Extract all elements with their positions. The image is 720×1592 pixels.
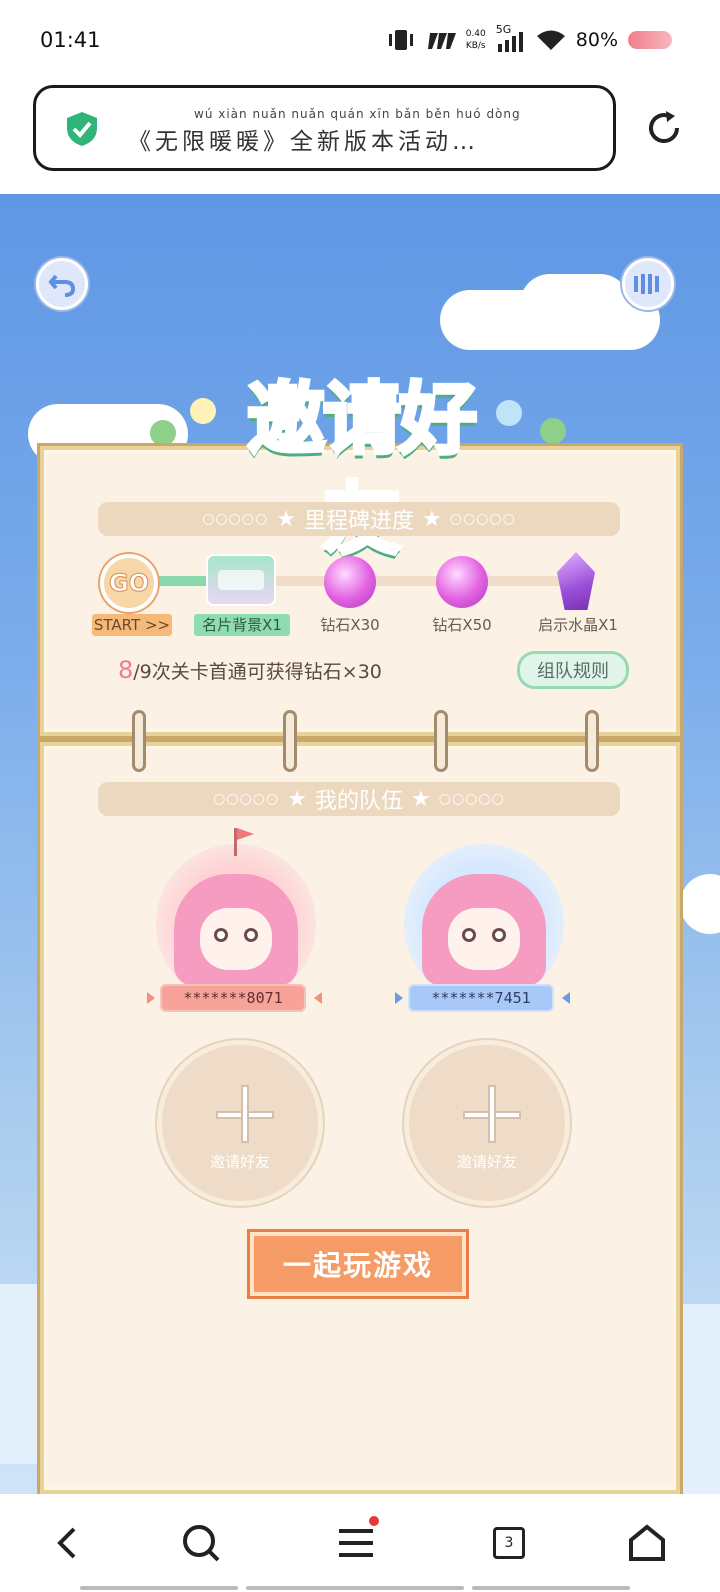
milestone-crystal (548, 550, 604, 612)
search-icon (183, 1525, 220, 1562)
binder-ring (585, 710, 599, 772)
status-bar: 01:41 0.40 KB/s 5G 80% (0, 0, 720, 80)
leader-flag-icon (234, 828, 254, 856)
progress-text: 8/9次关卡首通可获得钻石×30 (118, 656, 382, 684)
team-header-text: 我的队伍 (314, 789, 403, 814)
music-button[interactable] (622, 258, 674, 310)
invite-friend-slot[interactable]: 邀请好友 (157, 1040, 323, 1206)
progress-desc: /9次关卡首通可获得钻石×30 (133, 661, 382, 683)
team-rules-button[interactable]: 组队规则 (517, 651, 629, 689)
milestone-label: 名片背景X1 (194, 614, 290, 636)
url-title: 《无限暖暖》全新版本活动… (128, 129, 479, 155)
status-icons: 0.40 KB/s 5G 80% (386, 22, 672, 58)
milestone-diamond-30 (322, 554, 378, 610)
binder-ring (283, 710, 297, 772)
gesture-bar (472, 1586, 630, 1590)
member-name-tag: *******8071 (160, 984, 306, 1012)
play-together-button[interactable]: 一起玩游戏 (250, 1232, 466, 1296)
net-speed-unit: KB/s (465, 41, 486, 51)
milestone-label: 钻石X50 (432, 616, 492, 634)
cloud (680, 874, 720, 934)
milestone-header: ○○○○○ ★ 里程碑进度 ★ ○○○○○ (98, 502, 620, 536)
game-canvas: 邀请好友 ○○○○○★ 里程碑进度 ★○○○○○ GO START >> 名片背… (0, 194, 720, 1494)
tabs-icon: 3 (493, 1527, 525, 1559)
browser-url-row: wú xiàn nuǎn nuǎn quán xīn bǎn běn huó d… (0, 80, 720, 194)
milestone-label: START >> (92, 614, 172, 636)
gesture-bar (80, 1586, 238, 1590)
nav-tabs-button[interactable]: 3 (484, 1518, 534, 1568)
url-pinyin: wú xiàn nuǎn nuǎn quán xīn bǎn běn huó d… (194, 107, 521, 121)
milestone-card-background (206, 554, 276, 606)
invite-label: 邀请好友 (456, 1153, 517, 1171)
milestone-diamond-50 (434, 554, 490, 610)
plus-icon (241, 1085, 249, 1143)
team-member-avatar[interactable] (156, 844, 316, 1004)
diamond-icon (436, 556, 488, 608)
arrow-icon (395, 992, 403, 1004)
status-time: 01:41 (40, 28, 101, 52)
cloud (520, 274, 630, 334)
star-icon: ★ (422, 506, 442, 532)
star-icon: ★ (411, 786, 431, 812)
arrow-icon (562, 992, 570, 1004)
member-name-tag: *******7451 (408, 984, 554, 1012)
arrow-icon (314, 992, 322, 1004)
arrow-icon (147, 992, 155, 1004)
browser-bottom-nav: 3 (0, 1494, 720, 1592)
star-icon: ★ (276, 506, 296, 532)
flower-decoration (540, 418, 566, 444)
go-badge-icon: GO (108, 569, 150, 598)
milestone-label: 钻石X30 (320, 616, 380, 634)
milestone-start: GO (100, 554, 158, 612)
invite-friend-slot[interactable]: 邀请好友 (404, 1040, 570, 1206)
team-panel (40, 742, 680, 1494)
nav-search-button[interactable] (176, 1518, 226, 1568)
music-icon (634, 274, 659, 294)
battery-percent: 80% (575, 29, 618, 51)
home-icon (629, 1524, 665, 1561)
team-member-avatar[interactable] (404, 844, 564, 1004)
battery-icon (628, 31, 672, 49)
plus-icon (488, 1085, 496, 1143)
hd-icon (427, 33, 456, 49)
milestone-track-line (272, 576, 572, 586)
shield-check-icon (67, 112, 97, 146)
card-background-icon (218, 570, 264, 590)
diamond-icon (324, 556, 376, 608)
back-button[interactable] (36, 258, 88, 310)
flower-decoration (150, 420, 176, 446)
flower-decoration (190, 398, 216, 424)
wifi-icon (536, 30, 565, 50)
crystal-icon (557, 552, 595, 610)
binder-ring (132, 710, 146, 772)
star-icon: ★ (287, 786, 307, 812)
binder-ring (434, 710, 448, 772)
gesture-bar (246, 1586, 464, 1590)
back-icon (48, 274, 76, 297)
progress-count: 8 (118, 656, 134, 684)
nav-menu-button[interactable] (331, 1516, 381, 1568)
milestone-label: 启示水晶X1 (538, 616, 618, 634)
back-arrow-icon (57, 1527, 76, 1559)
nav-home-button[interactable] (622, 1518, 672, 1568)
nav-back-button[interactable] (42, 1518, 92, 1568)
net-speed: 0.40 KB/s (466, 28, 486, 52)
milestone-header-text: 里程碑进度 (303, 509, 414, 534)
net-speed-value: 0.40 (465, 29, 486, 39)
url-bar[interactable]: wú xiàn nuǎn nuǎn quán xīn bǎn běn huó d… (33, 85, 616, 171)
invite-label: 邀请好友 (209, 1153, 270, 1171)
page-title: 邀请好友 (245, 373, 479, 567)
vibrate-icon (388, 30, 413, 50)
menu-icon (339, 1529, 373, 1557)
notification-dot (369, 1516, 379, 1526)
team-header: ○○○○○ ★ 我的队伍 ★ ○○○○○ (98, 782, 620, 816)
reload-icon[interactable] (644, 108, 684, 148)
signal-icon: 5G (496, 23, 526, 53)
